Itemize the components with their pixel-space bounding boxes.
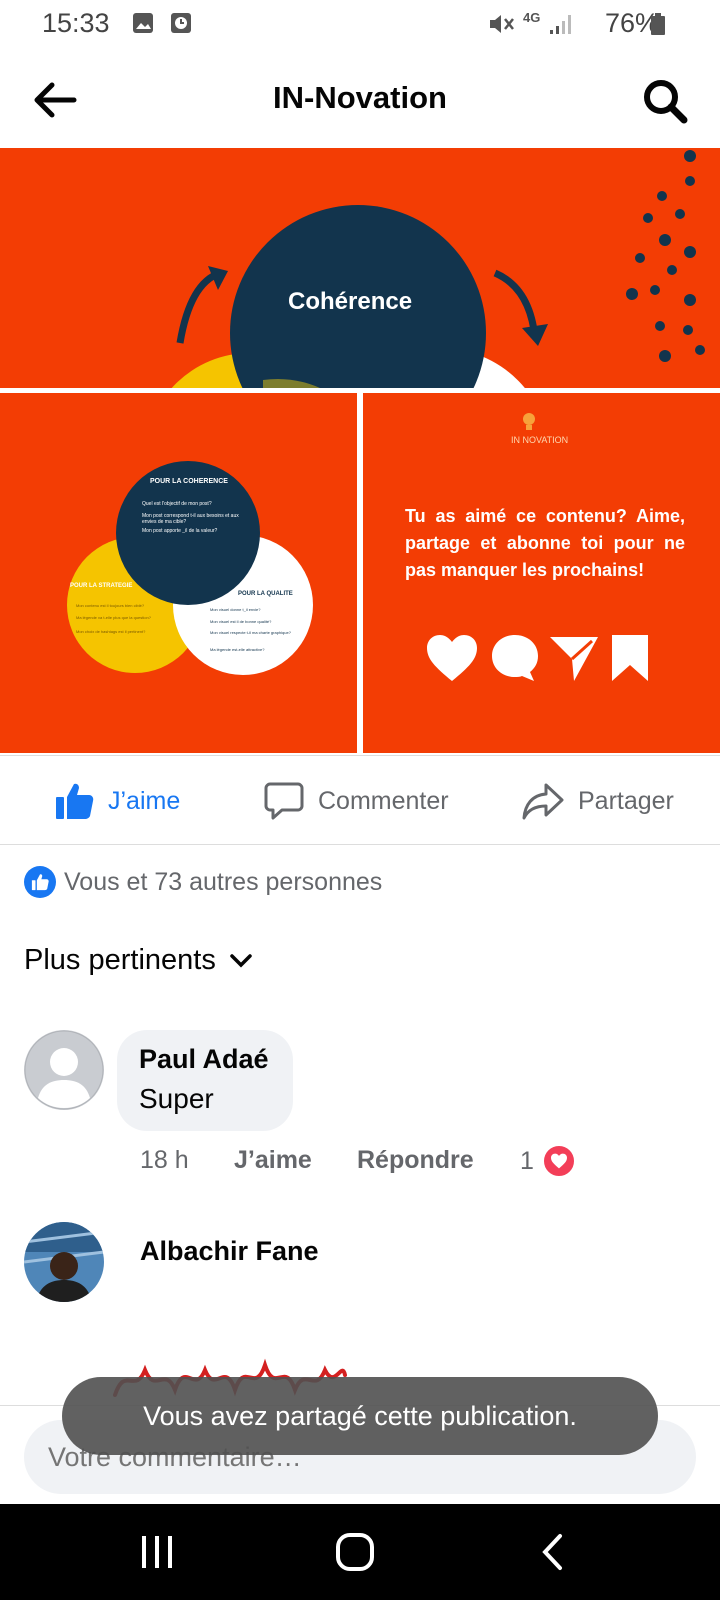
post-photo-grid: Cohérence POUR LA COHERENCE Quel est l'o… <box>0 148 720 753</box>
comment-button[interactable]: Commenter <box>264 756 449 846</box>
lightbulb-logo-icon <box>523 413 535 430</box>
coherence-q2: Mon post correspond t-il aux besoins et … <box>142 513 239 525</box>
qualite-ql2: Mon visuel est il de bonne qualité? <box>210 619 272 624</box>
reactions-text: Vous et 73 autres personnes <box>64 867 383 896</box>
signal-icon <box>550 15 571 34</box>
comment-author[interactable]: Albachir Fane <box>140 1236 319 1267</box>
status-time: 15:33 <box>42 8 110 38</box>
qualite-ql3: Mon visuel respecte t-il ma charte graph… <box>210 630 291 635</box>
coherence-q3: Mon post apporte _il de la valeur? <box>142 528 218 534</box>
status-bar: 15:33 4G 76% <box>0 0 720 48</box>
strategie-s1: Mon contenu est il toujours bien ciblé? <box>76 603 145 608</box>
heading-strategie: POUR LA STRATEGIE <box>70 583 133 589</box>
back-nav-icon[interactable] <box>540 1532 566 1572</box>
share-toast: Vous avez partagé cette publication. <box>62 1377 658 1455</box>
strategie-s3: Mon choix de hashtags est il pertinent? <box>76 629 146 634</box>
post-photo-2[interactable]: POUR LA COHERENCE Quel est l'objectif de… <box>0 393 357 753</box>
comment-bubble-icon <box>492 635 538 681</box>
system-nav-bar <box>0 1504 720 1600</box>
comment-like-link[interactable]: J’aime <box>234 1146 312 1175</box>
search-icon[interactable] <box>640 76 690 126</box>
user-photo-icon <box>24 1222 104 1302</box>
comment-sort-dropdown[interactable]: Plus pertinents <box>24 944 252 977</box>
default-avatar-icon <box>24 1030 104 1110</box>
coherence-q1: Quel est l'objectif de mon post? <box>142 501 212 507</box>
post-photo-3[interactable]: IN NOVATION Tu as aimé ce contenu? Aime,… <box>363 393 720 753</box>
comment-text: Super <box>139 1083 214 1114</box>
recent-apps-icon[interactable] <box>140 1532 174 1572</box>
coherence-label: Cohérence <box>288 288 413 315</box>
comment-label: Commenter <box>318 786 449 815</box>
strategie-s2: Ma légende va t-elle plus que la questio… <box>76 615 151 620</box>
share-button[interactable]: Partager <box>522 756 674 846</box>
share-label: Partager <box>578 786 674 815</box>
comment-reaction-count: 1 <box>520 1146 534 1175</box>
thumbs-up-icon <box>56 783 94 819</box>
heart-reaction-icon <box>541 1144 576 1178</box>
avatar[interactable] <box>24 1222 104 1302</box>
send-icon <box>550 637 598 681</box>
comment-author[interactable]: Paul Adaé <box>139 1044 269 1075</box>
mute-icon <box>490 15 514 33</box>
heading-coherence: POUR LA COHERENCE <box>150 478 228 485</box>
clock-icon <box>171 13 191 33</box>
heading-qualite: POUR LA QUALITE <box>238 591 293 597</box>
network-type: 4G <box>523 10 541 25</box>
qualite-ql1: Mon visuel donne t_il envie? <box>210 607 261 612</box>
page-title: IN-Novation <box>273 80 447 115</box>
heart-icon <box>427 635 477 681</box>
like-button[interactable]: J’aime <box>54 756 180 846</box>
gallery-icon <box>133 13 153 33</box>
like-label: J’aime <box>108 786 181 815</box>
brand-logo-text: IN NOVATION <box>511 435 569 445</box>
sort-label: Plus pertinents <box>24 944 216 976</box>
comment-reactions[interactable]: 1 <box>520 1144 576 1178</box>
home-icon[interactable] <box>335 1532 375 1572</box>
chevron-down-icon <box>230 953 252 967</box>
comment-time: 18 h <box>140 1146 189 1174</box>
post-actions: J’aime Commenter Partager <box>0 755 720 845</box>
like-reaction-icon <box>24 866 56 898</box>
venn-diagram-graphic <box>171 150 705 388</box>
cta-text: Tu as aimé ce contenu? Aime, partage et … <box>405 506 685 580</box>
battery-icon <box>651 13 665 35</box>
bookmark-icon <box>612 635 648 681</box>
post-photo-1[interactable]: Cohérence <box>0 148 720 388</box>
qualite-ql4: Ma légende est-elle attractive? <box>210 647 265 652</box>
comment-icon <box>264 782 304 820</box>
reactions-summary[interactable]: Vous et 73 autres personnes <box>24 866 382 898</box>
venn-checklist-graphic <box>67 461 313 675</box>
avatar[interactable] <box>24 1030 104 1110</box>
comment-bubble[interactable]: Paul Adaé Super <box>117 1030 293 1131</box>
share-icon <box>522 783 564 820</box>
app-bar: IN-Novation <box>0 48 720 148</box>
comment-reply-link[interactable]: Répondre <box>357 1146 474 1175</box>
